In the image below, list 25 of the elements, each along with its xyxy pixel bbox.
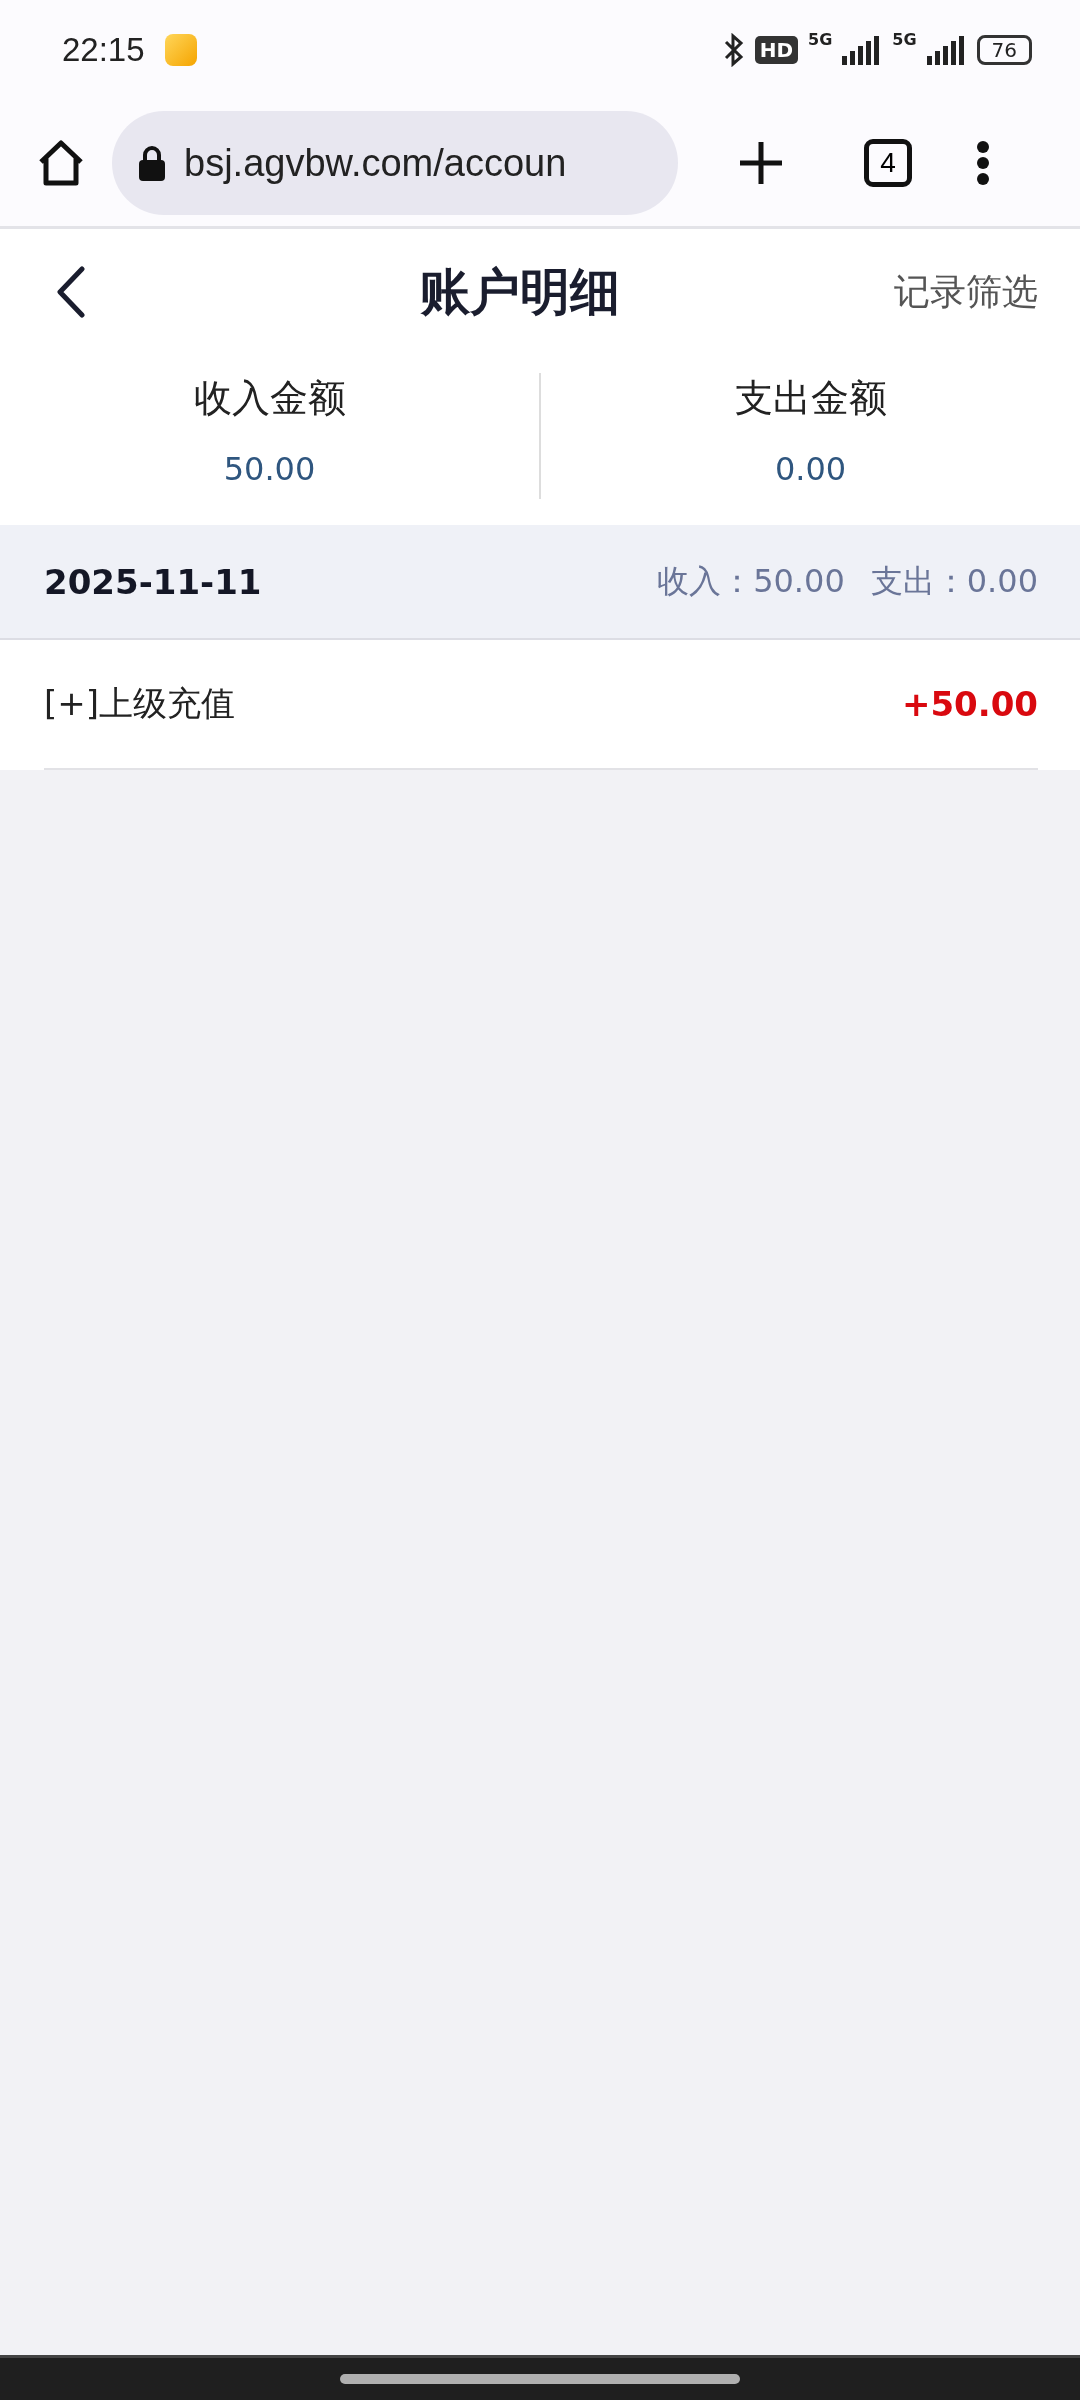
address-bar[interactable]: bsj.agvbw.com/accoun: [112, 111, 678, 215]
page-title: 账户明细: [420, 261, 620, 323]
record-amount: +50.00: [901, 684, 1038, 724]
network-label: 5G: [808, 30, 833, 49]
notification-icon: [164, 34, 197, 66]
day-expense: 支出：0.00: [870, 560, 1038, 602]
summary-value: 0.00: [774, 450, 847, 488]
day-income: 收入：50.00: [657, 560, 845, 602]
summary-label: 支出金额: [734, 375, 887, 422]
date-text: 2025-11-11: [44, 561, 262, 602]
new-tab-icon[interactable]: [738, 140, 784, 186]
more-icon[interactable]: [976, 140, 990, 186]
summary-value: 50.00: [223, 450, 316, 488]
status-time: 22:15: [62, 31, 145, 69]
battery-indicator: 76: [976, 35, 1032, 65]
signal-icon: [926, 35, 967, 65]
bluetooth-icon: [722, 33, 745, 67]
network-label: 5G: [892, 30, 917, 49]
hd-badge: HD: [754, 36, 798, 64]
record-title: [+]上级充值: [44, 682, 236, 725]
back-icon[interactable]: [56, 266, 86, 318]
summary-label: 收入金额: [193, 375, 346, 422]
filter-link[interactable]: 记录筛选: [894, 267, 1038, 317]
tab-count-button[interactable]: 4: [864, 139, 912, 187]
lock-icon: [138, 145, 166, 181]
